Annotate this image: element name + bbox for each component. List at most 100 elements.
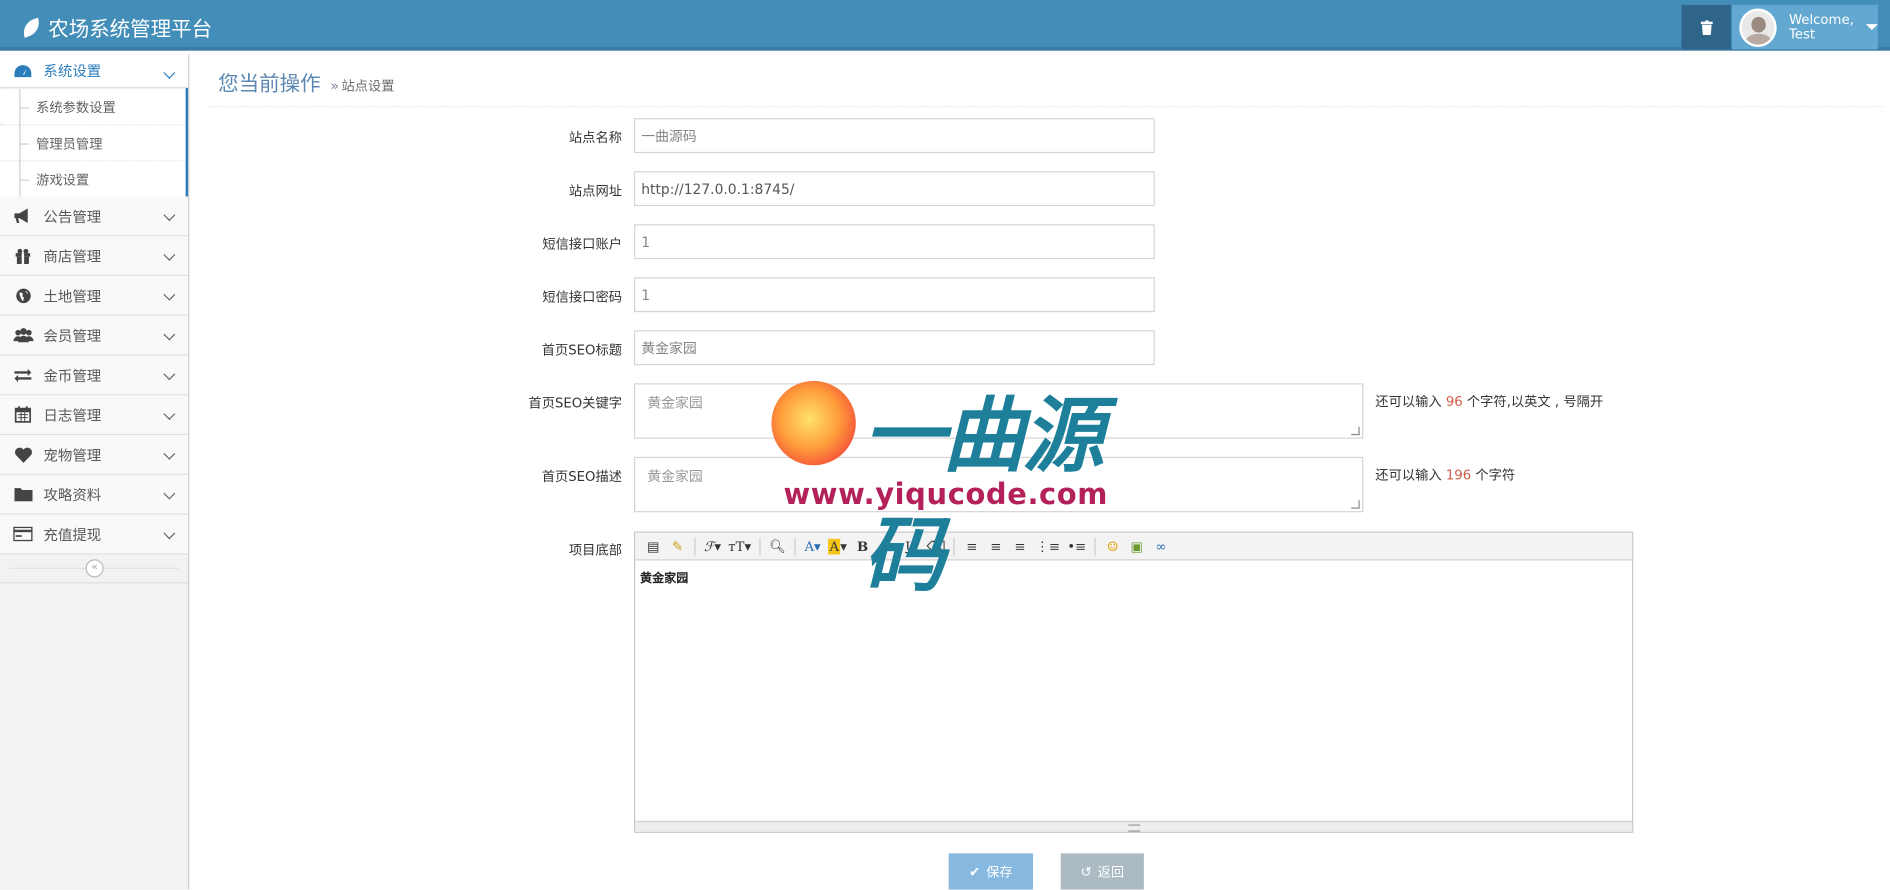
align-left-icon[interactable]: ≡ <box>961 536 983 556</box>
caret-down-icon <box>1865 24 1878 31</box>
sms-password-input[interactable] <box>634 277 1155 313</box>
sidebar-item-label: 充值提现 <box>43 526 102 544</box>
chevron-down-icon <box>163 447 176 460</box>
editor-toolbar: ▤ ✎ ℱ ▾ ᴛT▾ 🔍︎ A▾ A ▾ B I U ⌫ ≡ ≡ ≡ ⋮≡ •≡ … <box>635 532 1633 561</box>
sidebar-item-logs[interactable]: 日志管理 <box>0 395 189 436</box>
double-left-icon[interactable]: « <box>85 559 104 578</box>
users-icon <box>12 327 34 344</box>
welcome-text: Welcome, <box>1788 11 1854 28</box>
align-right-icon[interactable]: ≡ <box>1009 536 1031 556</box>
save-button[interactable]: ✔ 保存 <box>948 853 1033 890</box>
preview-icon[interactable]: 🔍︎ <box>767 536 789 556</box>
trash-icon <box>1700 19 1713 35</box>
sidebar-item-recharge[interactable]: 充值提现 <box>0 514 189 555</box>
breadcrumb-separator: » <box>330 77 340 95</box>
sidebar-item-label: 攻略资料 <box>43 486 102 504</box>
chevron-down-icon <box>163 66 176 79</box>
resize-grip-icon[interactable] <box>1351 500 1360 509</box>
source-code-icon[interactable]: ▤ <box>642 536 664 556</box>
link-icon[interactable]: ∞ <box>1150 536 1172 556</box>
submenu-item-game-settings[interactable]: 游戏设置 <box>0 160 186 198</box>
trash-button[interactable] <box>1681 4 1731 50</box>
user-name: Test <box>1788 25 1816 42</box>
sidebar-item-label: 金币管理 <box>43 367 102 384</box>
submenu-item-system-params[interactable]: 系统参数设置 <box>0 87 186 126</box>
sidebar-item-members[interactable]: 会员管理 <box>0 315 189 356</box>
hint-prefix: 还可以输入 <box>1375 394 1442 410</box>
seo-desc-hint: 还可以输入 196 个字符 <box>1375 465 1515 484</box>
sidebar-item-label: 宠物管理 <box>43 446 102 464</box>
seo-title-input[interactable] <box>634 330 1155 366</box>
align-center-icon[interactable]: ≡ <box>985 536 1007 556</box>
heart-icon <box>12 446 34 463</box>
sidebar-item-guides[interactable]: 攻略资料 <box>0 474 189 515</box>
format-brush-icon[interactable]: ✎ <box>667 536 689 556</box>
sidebar-item-announcements[interactable]: 公告管理 <box>0 196 189 237</box>
gift-icon <box>12 247 34 264</box>
underline-icon[interactable]: U <box>900 536 922 556</box>
toolbar-divider <box>1094 536 1096 556</box>
emoticon-icon[interactable]: ☺ <box>1102 536 1124 556</box>
dashboard-icon <box>12 62 34 79</box>
ordered-list-icon[interactable]: ⋮≡ <box>1033 536 1062 556</box>
editor-content[interactable]: 黄金家园 <box>635 560 1632 819</box>
sms-account-label: 短信接口账户 <box>542 236 622 252</box>
sidebar-item-label: 日志管理 <box>43 406 102 424</box>
font-family-icon[interactable]: ℱ ▾ <box>702 536 724 556</box>
bold-icon[interactable]: B <box>852 536 874 556</box>
toolbar-divider <box>759 536 761 556</box>
sidebar-item-system-settings[interactable]: 系统设置 <box>0 54 189 88</box>
resize-grip-icon[interactable] <box>1351 426 1360 436</box>
sms-account-input[interactable] <box>634 224 1155 260</box>
site-name-input[interactable] <box>634 118 1155 154</box>
chevron-down-icon <box>163 527 176 540</box>
top-navbar: 农场系统管理平台 <box>0 0 1890 51</box>
site-url-label: 站点网址 <box>568 183 622 199</box>
sidebar-item-label: 土地管理 <box>43 287 102 305</box>
seo-desc-textarea[interactable]: 黄金家园 <box>634 456 1364 513</box>
unordered-list-icon[interactable]: •≡ <box>1065 536 1089 556</box>
toolbar-divider <box>794 536 796 556</box>
italic-icon[interactable]: I <box>876 536 898 556</box>
sidebar-item-label: 公告管理 <box>43 207 102 225</box>
site-url-input[interactable] <box>634 171 1155 207</box>
app-root: 农场系统管理平台 Welcome, Test 系统设置 系统参数设置 管理员管理 <box>0 0 1890 890</box>
chevron-down-icon <box>163 288 176 301</box>
sidebar-item-coins[interactable]: 金币管理 <box>0 355 189 396</box>
sidebar-item-shop[interactable]: 商店管理 <box>0 236 189 277</box>
folder-icon <box>12 486 34 503</box>
brand[interactable]: 农场系统管理平台 <box>19 12 213 43</box>
seo-keywords-value: 黄金家园 <box>647 394 703 412</box>
font-size-icon[interactable]: ᴛT▾ <box>726 536 754 556</box>
eraser-icon[interactable]: ⌫ <box>924 536 948 556</box>
check-icon: ✔ <box>968 864 981 880</box>
seo-keywords-textarea[interactable]: 黄金家园 <box>634 383 1364 439</box>
brand-title: 农场系统管理平台 <box>48 18 213 43</box>
sidebar-item-land[interactable]: 土地管理 <box>0 276 189 316</box>
calendar-icon <box>12 406 34 423</box>
hint-prefix: 还可以输入 <box>1375 467 1442 484</box>
image-icon[interactable]: ▣ <box>1126 536 1148 556</box>
highlight-color-icon[interactable]: A ▾ <box>826 536 849 556</box>
chevron-down-icon <box>163 328 176 341</box>
rich-text-editor: ▤ ✎ ℱ ▾ ᴛT▾ 🔍︎ A▾ A ▾ B I U ⌫ ≡ ≡ ≡ ⋮≡ •≡ … <box>634 531 1634 833</box>
font-color-icon[interactable]: A▾ <box>802 536 824 556</box>
submenu-item-admin-management[interactable]: 管理员管理 <box>0 124 186 162</box>
seo-desc-value: 黄金家园 <box>647 467 703 485</box>
user-menu[interactable]: Welcome, Test <box>1732 4 1878 50</box>
sidebar-collapse-bar: « <box>0 554 189 584</box>
back-button[interactable]: ↺ 返回 <box>1060 853 1144 890</box>
user-welcome: Welcome, Test <box>1788 11 1854 42</box>
editor-resize-bar[interactable] <box>635 820 1633 832</box>
chevron-down-icon <box>163 209 176 222</box>
sidebar: 系统设置 系统参数设置 管理员管理 游戏设置 公告管理 商店管理 土地管理 会员… <box>0 54 190 890</box>
toolbar-divider <box>694 536 696 556</box>
sidebar-item-pets[interactable]: 宠物管理 <box>0 435 189 475</box>
chevron-down-icon <box>163 487 176 500</box>
avatar <box>1739 7 1777 47</box>
chevron-down-icon <box>163 248 176 261</box>
undo-icon: ↺ <box>1080 864 1092 880</box>
breadcrumb: 您当前操作 » 站点设置 <box>218 66 394 96</box>
seo-keywords-hint: 还可以输入 96 个字符,以英文 , 号隔开 <box>1375 392 1603 411</box>
save-label: 保存 <box>986 865 1013 880</box>
